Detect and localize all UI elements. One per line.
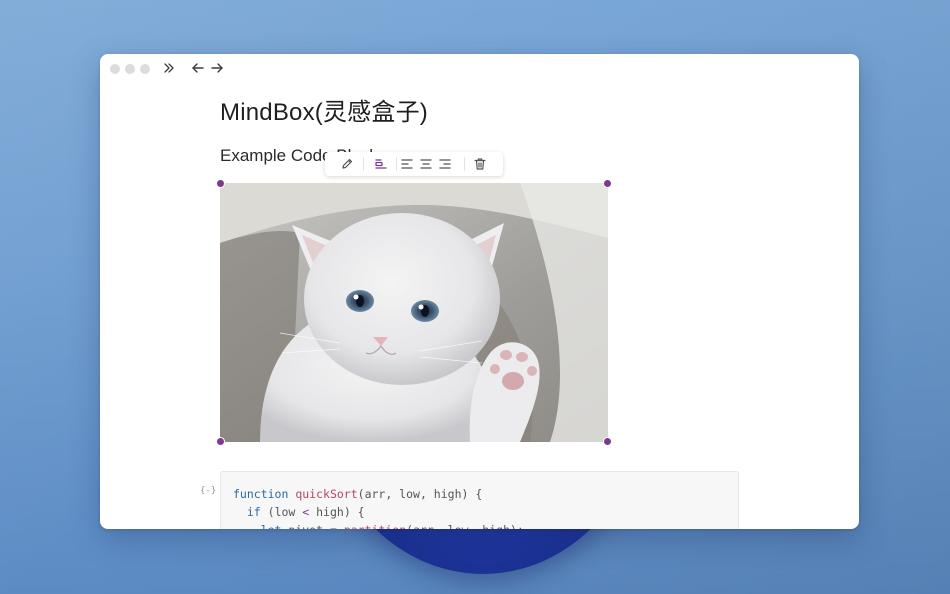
toolbar-divider	[464, 157, 465, 171]
edit-icon[interactable]	[339, 156, 355, 172]
arrow-left-icon[interactable]	[190, 60, 206, 76]
close-window-button[interactable]	[110, 64, 120, 74]
kitten-image[interactable]	[220, 183, 608, 442]
code-fold-toggle[interactable]: {-}	[200, 486, 216, 496]
titlebar	[100, 54, 859, 82]
code-token: pivot	[281, 523, 329, 529]
app-window: MindBox(灵感盒子) Example Code Block {-} fun…	[100, 54, 859, 529]
image-toolbar	[325, 152, 503, 176]
delete-icon[interactable]	[472, 156, 488, 172]
zoom-window-button[interactable]	[140, 64, 150, 74]
code-token: if	[246, 505, 261, 519]
code-token: (arr, low, high) {	[357, 487, 483, 501]
toolbar-divider	[363, 157, 364, 171]
align-inline-icon[interactable]	[373, 156, 389, 172]
code-token: (low	[260, 505, 303, 519]
code-token: function	[233, 487, 289, 501]
align-left-icon[interactable]	[399, 156, 415, 172]
arrow-right-icon[interactable]	[209, 60, 225, 76]
code-token: quickSort	[295, 487, 358, 501]
document-title[interactable]: MindBox(灵感盒子)	[220, 92, 428, 127]
resize-handle-top-right[interactable]	[603, 179, 612, 188]
resize-handle-bottom-right[interactable]	[603, 437, 612, 446]
minimize-window-button[interactable]	[125, 64, 135, 74]
code-line: if (low < high) {	[233, 503, 738, 521]
code-block[interactable]: function quickSort(arr, low, high) { if …	[220, 471, 739, 529]
code-line: function quickSort(arr, low, high) {	[233, 485, 738, 503]
align-right-icon[interactable]	[437, 156, 453, 172]
resize-handle-top-left[interactable]	[216, 179, 225, 188]
code-token: (arr, low, high);	[406, 523, 524, 529]
resize-handle-bottom-left[interactable]	[216, 437, 225, 446]
toolbar-divider	[396, 157, 397, 171]
code-token: high) {	[309, 505, 365, 519]
code-token: partition	[344, 523, 406, 529]
align-center-icon[interactable]	[418, 156, 434, 172]
code-line: let pivot = partition(arr, low, high);	[233, 521, 738, 529]
sidebar-toggle-icon[interactable]	[161, 60, 177, 76]
code-token: let	[261, 523, 282, 529]
kitten-illustration	[220, 183, 608, 442]
code-token: =	[330, 523, 337, 529]
